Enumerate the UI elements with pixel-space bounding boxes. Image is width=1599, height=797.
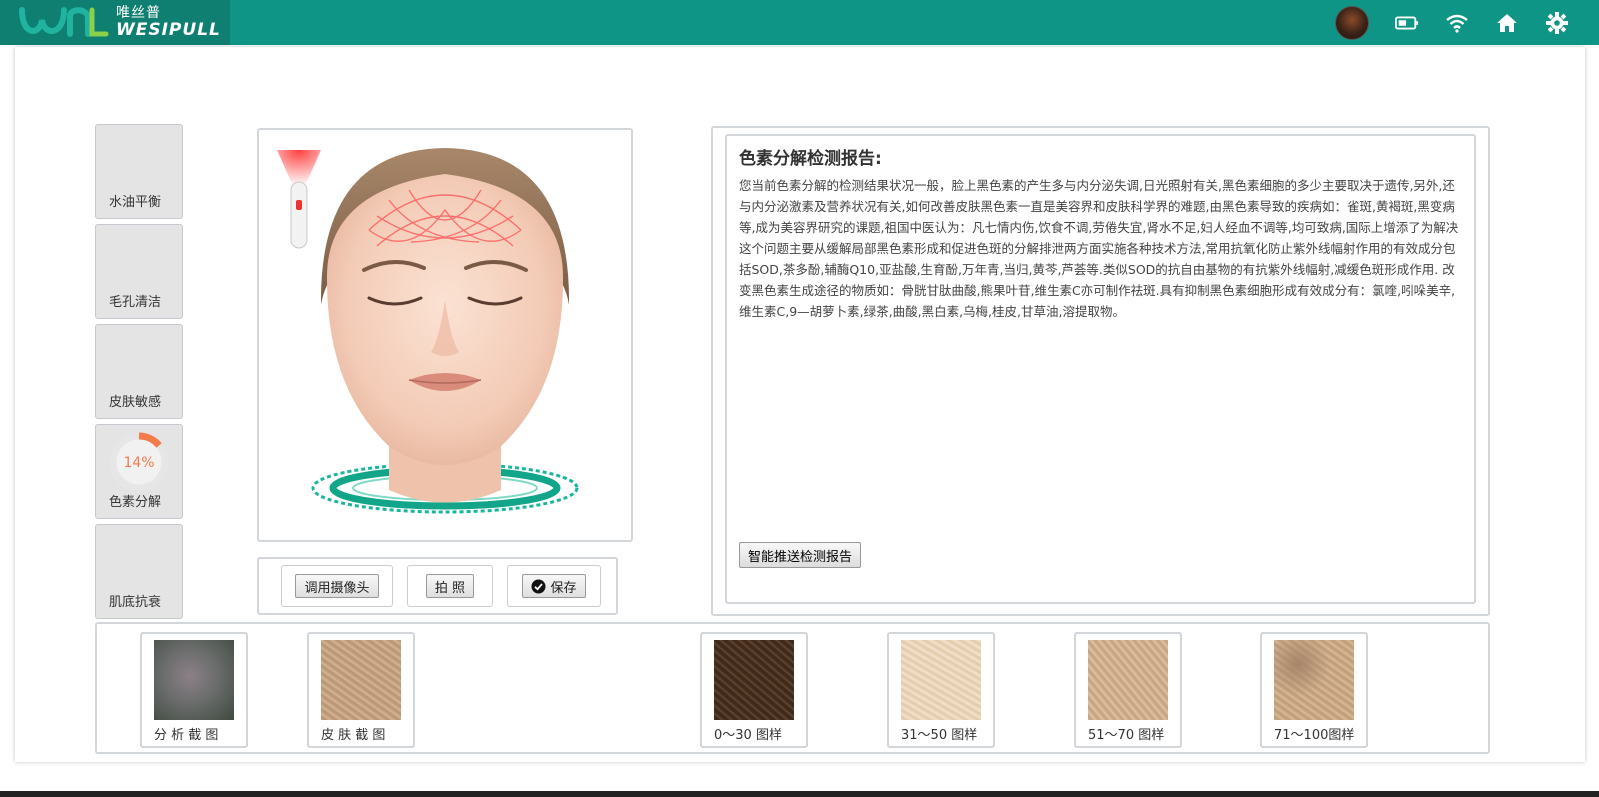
nav-item-pigment-decomposition[interactable]: 14% 色素分解 [95, 424, 183, 519]
take-photo-button[interactable]: 拍 照 [425, 574, 475, 598]
sample-caption: 71～100图样 [1274, 728, 1355, 743]
nav-item-label: 肌底抗衰 [109, 595, 162, 610]
report-title: 色素分解检测报告: [739, 149, 882, 169]
brand-name-cn: 唯丝普 [116, 5, 161, 21]
check-circle-icon [531, 579, 546, 593]
settings-gear-icon[interactable] [1545, 11, 1569, 35]
face-illustration [277, 148, 579, 514]
nav-item-skin-sensitivity[interactable]: 皮肤敏感 [95, 324, 183, 419]
nav-item-label: 水油平衡 [109, 195, 162, 210]
sample-caption: 51～70 图样 [1088, 728, 1165, 743]
nav-item-pore-cleansing[interactable]: 毛孔清洁 [95, 224, 183, 319]
bottom-strip [0, 791, 1599, 797]
battery-icon [1395, 11, 1419, 35]
top-bar: 唯丝普 WESIPULL [0, 0, 1599, 45]
sample-thumbnail [154, 640, 234, 720]
sample-skin-screenshot[interactable]: 皮 肤 截 图 [307, 632, 415, 748]
sample-caption: 0～30 图样 [714, 728, 782, 743]
sample-caption: 皮 肤 截 图 [321, 728, 386, 743]
logo-mark-icon [19, 6, 109, 37]
wifi-icon[interactable] [1445, 11, 1469, 35]
sample-range-0-30[interactable]: 0～30 图样 [700, 632, 808, 748]
nav-item-label: 色素分解 [109, 495, 162, 510]
photo-button-frame: 拍 照 [407, 565, 493, 607]
save-button-label: 保存 [550, 580, 577, 596]
face-illustration-panel [257, 128, 633, 542]
user-avatar[interactable] [1335, 5, 1369, 40]
save-button[interactable]: 保存 [522, 574, 586, 598]
sample-range-31-50[interactable]: 31～50 图样 [887, 632, 995, 748]
sample-thumbnail [901, 640, 981, 720]
nav-item-anti-aging[interactable]: 肌底抗衰 [95, 524, 183, 619]
sample-range-71-100[interactable]: 71～100图样 [1260, 632, 1368, 748]
home-icon[interactable] [1495, 11, 1519, 35]
sample-analysis-screenshot[interactable]: 分 析 截 图 [140, 632, 248, 748]
report-content: 色素分解检测报告: 您当前色素分解的检测结果状况一般，脸上黑色素的产生多与内分泌… [725, 134, 1476, 604]
push-report-button[interactable]: 智能推送检测报告 [739, 542, 862, 568]
sample-thumbnail [321, 640, 401, 720]
sample-range-51-70[interactable]: 51～70 图样 [1074, 632, 1182, 748]
brand-name-en: WESIPULL [116, 20, 221, 40]
nav-item-oil-water-balance[interactable]: 水油平衡 [95, 124, 183, 219]
sample-thumbnail [714, 640, 794, 720]
brand-logo: 唯丝普 WESIPULL [0, 0, 230, 45]
sample-thumbnail [1274, 640, 1354, 720]
beauty-device-icon [277, 150, 321, 249]
sample-caption: 31～50 图样 [901, 728, 978, 743]
save-button-frame: 保存 [507, 565, 601, 607]
report-body: 您当前色素分解的检测结果状况一般，脸上黑色素的产生多与内分泌失调,日光照射有关,… [739, 178, 1459, 319]
progress-value: 14% [123, 455, 154, 471]
camera-controls-panel: 调用摄像头 拍 照 保存 [257, 557, 618, 615]
camera-button-frame: 调用摄像头 [281, 565, 393, 607]
report-panel: 色素分解检测报告: 您当前色素分解的检测结果状况一般，脸上黑色素的产生多与内分泌… [711, 126, 1490, 616]
sample-thumbnail [1088, 640, 1168, 720]
progress-ring: 14% [109, 432, 169, 492]
nav-item-label: 皮肤敏感 [109, 395, 162, 410]
sample-images-row: 分 析 截 图 皮 肤 截 图 0～30 图样 31～50 图样 51～70 图… [95, 622, 1490, 754]
sample-caption: 分 析 截 图 [154, 728, 219, 743]
open-camera-button[interactable]: 调用摄像头 [295, 574, 379, 598]
nav-item-label: 毛孔清洁 [109, 295, 162, 310]
